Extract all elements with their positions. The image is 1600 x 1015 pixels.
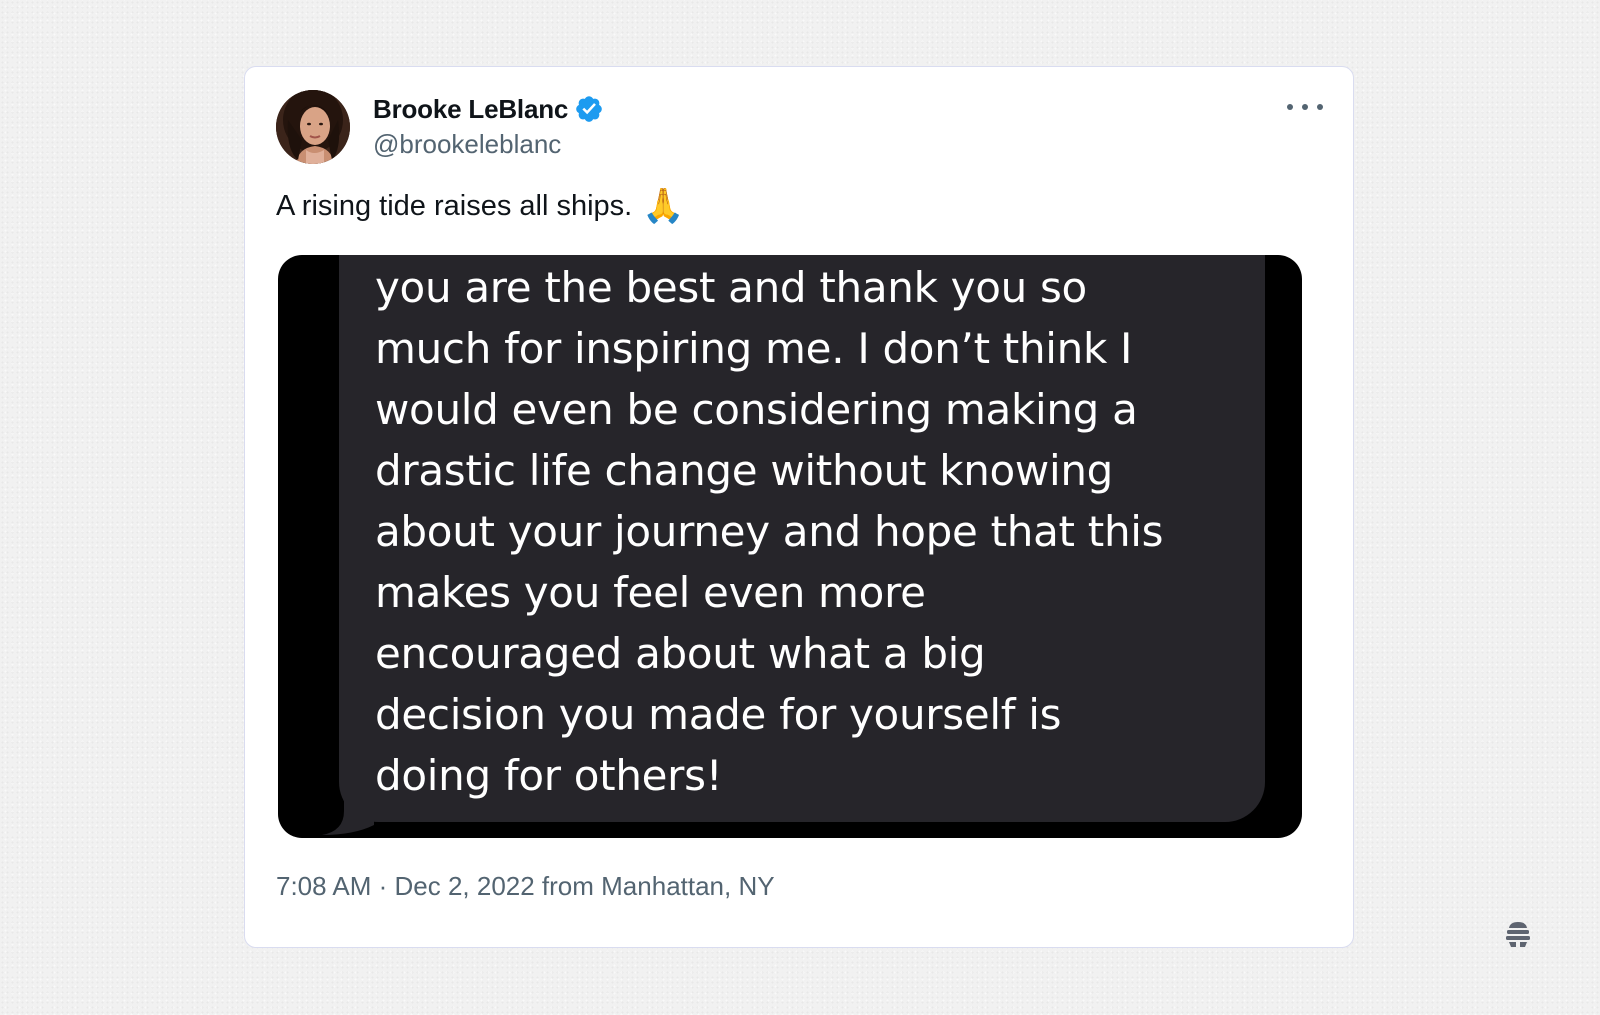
message-text: you are the best and thank you so much f… xyxy=(375,263,1164,800)
tweet-card[interactable]: Brooke LeBlanc @brookeleblanc A rising t… xyxy=(244,66,1354,948)
watermark-logo-icon xyxy=(1506,922,1530,947)
author-handle[interactable]: @brookeleblanc xyxy=(373,129,561,160)
bubble-tail xyxy=(322,785,374,835)
tweet-media-image[interactable]: you are the best and thank you so much f… xyxy=(278,255,1302,838)
author-name[interactable]: Brooke LeBlanc xyxy=(373,94,568,125)
author-name-row: Brooke LeBlanc xyxy=(373,92,604,126)
tweet-text: A rising tide raises all ships. xyxy=(276,189,633,222)
folded-hands-emoji-icon: 🙏 xyxy=(642,186,685,226)
tweet-text-row: A rising tide raises all ships. 🙏 xyxy=(276,189,685,223)
tweet-timestamp[interactable]: 7:08 AM · Dec 2, 2022 from Manhattan, NY xyxy=(276,871,775,902)
verified-badge-icon xyxy=(574,94,604,124)
avatar[interactable] xyxy=(276,90,350,164)
more-options-icon[interactable] xyxy=(1287,95,1323,119)
